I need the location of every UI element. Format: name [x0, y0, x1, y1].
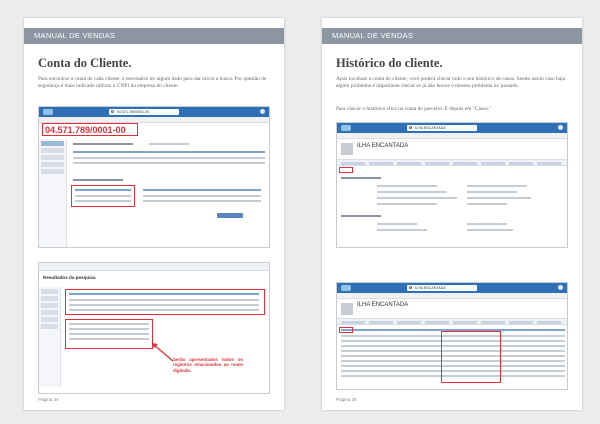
avatar: [558, 125, 563, 130]
screenshot-account-page: ILHA ENCANTADA ILHA ENCANTADA: [336, 122, 568, 248]
search-input[interactable]: ILHA ENCANTADA: [407, 125, 477, 131]
highlight-frame: [339, 327, 353, 333]
related-tabs: [337, 159, 567, 166]
search-icon: [111, 110, 114, 113]
sidebar-item[interactable]: [41, 162, 64, 167]
table-header: [73, 151, 265, 153]
app-header: ILHA ENCANTADA: [337, 123, 567, 133]
app-header: ILHA ENCANTADA: [337, 283, 567, 293]
table-row: [73, 157, 265, 159]
table-row: [69, 309, 259, 311]
sidebar-item[interactable]: [41, 148, 64, 153]
related-tabs: [337, 318, 567, 325]
table-row: [69, 338, 149, 340]
nav-bar: [337, 133, 567, 139]
search-icon: [409, 126, 412, 129]
search-input[interactable]: ILHA ENCANTADA: [407, 285, 477, 291]
sidebar: [39, 287, 61, 387]
sidebar-item[interactable]: [41, 155, 64, 160]
left-page: MANUAL DE VENDAS Conta do Cliente. Para …: [24, 18, 284, 410]
table-row: [69, 333, 149, 335]
page-banner: MANUAL DE VENDAS: [322, 28, 582, 44]
sidebar-item[interactable]: [41, 169, 64, 174]
table-row: [75, 195, 131, 197]
section-heading: [73, 179, 123, 181]
highlight-frame: [42, 123, 138, 136]
table-row: [143, 195, 261, 197]
paragraph: Após localizar a conta do cliente, você …: [336, 76, 566, 90]
app-logo: [341, 125, 351, 131]
app-logo: [341, 285, 351, 291]
results-heading: Resultados da pesquisa: [43, 275, 96, 280]
screenshot-cases-list: ILHA ENCANTADA ILHA ENCANTADA: [336, 282, 568, 390]
page-number: Página 34: [38, 397, 59, 402]
table-row: [75, 200, 131, 202]
table-row: [69, 304, 259, 306]
account-name: ILHA ENCANTADA: [357, 143, 409, 149]
callout-text: Serão apresentados todos os registros re…: [173, 357, 243, 373]
paragraph: Para checar o histórico clica na conta d…: [336, 106, 492, 112]
sidebar-item[interactable]: [41, 141, 64, 146]
account-image: [341, 303, 353, 315]
highlight-frame: [441, 331, 501, 383]
paragraph: Para encontrar a conta de cada cliente, …: [38, 76, 267, 90]
table-header: [69, 293, 259, 295]
highlight-frame: [339, 167, 353, 173]
account-name: ILHA ENCANTADA: [357, 302, 409, 308]
search-icon: [409, 286, 412, 289]
app-logo: [43, 109, 53, 115]
sidebar: [39, 139, 67, 247]
table-row: [69, 328, 149, 330]
table-row: [69, 299, 259, 301]
section-heading: [73, 143, 133, 145]
app-header: 04.571.789/0001-00: [39, 107, 269, 117]
nav-bar: [337, 293, 567, 299]
page-banner: MANUAL DE VENDAS: [24, 28, 284, 44]
avatar: [260, 109, 265, 114]
right-page: MANUAL DE VENDAS Histórico do cliente. A…: [322, 18, 582, 410]
page-number: Página 35: [336, 397, 357, 402]
section-heading: [341, 215, 381, 217]
section-heading: [341, 177, 381, 179]
page-title: Conta do Cliente.: [38, 56, 132, 70]
screenshot-account-search: 04.571.789/0001-00 04.571.789/0001-00: [38, 106, 270, 248]
action-button[interactable]: [217, 213, 243, 218]
search-input[interactable]: 04.571.789/0001-00: [109, 109, 179, 115]
account-image: [341, 143, 353, 155]
table-row: [73, 162, 265, 164]
avatar: [558, 285, 563, 290]
arrow-icon: [152, 343, 174, 362]
page-title: Histórico do cliente.: [336, 56, 443, 70]
table-row: [69, 323, 149, 325]
screenshot-search-results: Resultados da pesquisa Serão apresentado…: [38, 262, 270, 394]
table-row: [143, 200, 261, 202]
nav-bar: [39, 263, 269, 271]
